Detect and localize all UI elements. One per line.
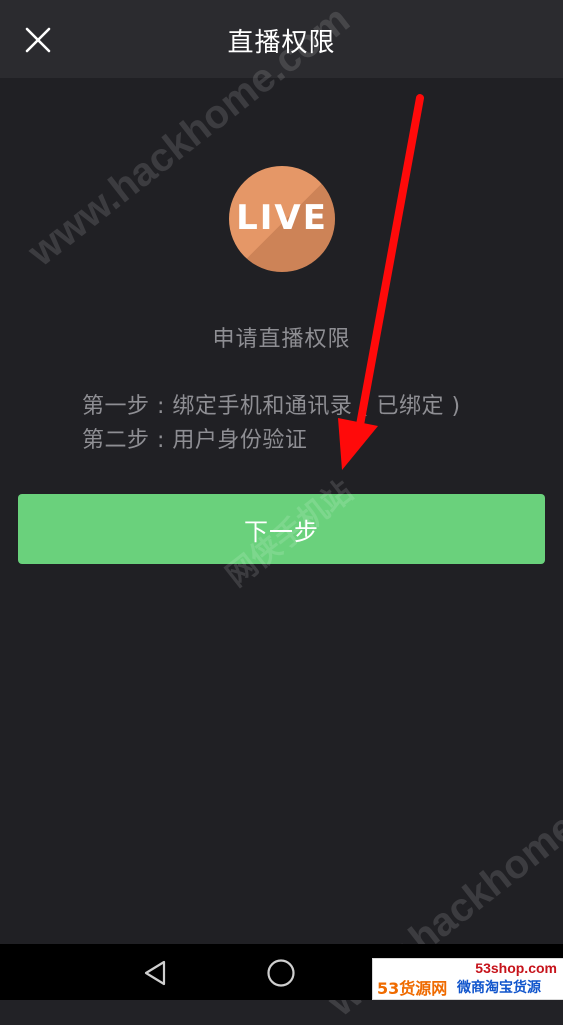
nav-back-button[interactable] <box>141 958 171 988</box>
apply-title: 申请直播权限 <box>212 327 351 352</box>
main-content: LIVE 申请直播权限 第一步 : 绑定手机和通讯录 ( 已绑定 ) 第二步 :… <box>0 78 563 944</box>
back-triangle-icon <box>144 960 166 986</box>
shop-url: 53shop.com <box>475 960 557 976</box>
top-bar: 直播权限 <box>0 0 563 78</box>
shop-name: 53货源网 <box>377 979 448 998</box>
steps-list: 第一步 : 绑定手机和通讯录 ( 已绑定 ) 第二步 : 用户身份验证 <box>82 390 461 458</box>
shop-slogan: 微商淘宝货源 <box>457 980 541 996</box>
live-logo: LIVE <box>229 166 335 272</box>
home-circle-icon <box>267 959 295 987</box>
page-title: 直播权限 <box>227 28 336 58</box>
step-2: 第二步 : 用户身份验证 <box>82 428 308 453</box>
nav-home-button[interactable] <box>266 958 296 988</box>
live-logo-text: LIVE <box>236 198 328 238</box>
shop-watermark-badge: 53shop.com 53货源网 微商淘宝货源 <box>372 958 563 1000</box>
step-1: 第一步 : 绑定手机和通讯录 ( 已绑定 ) <box>82 394 461 419</box>
next-step-button[interactable]: 下一步 <box>18 494 545 564</box>
